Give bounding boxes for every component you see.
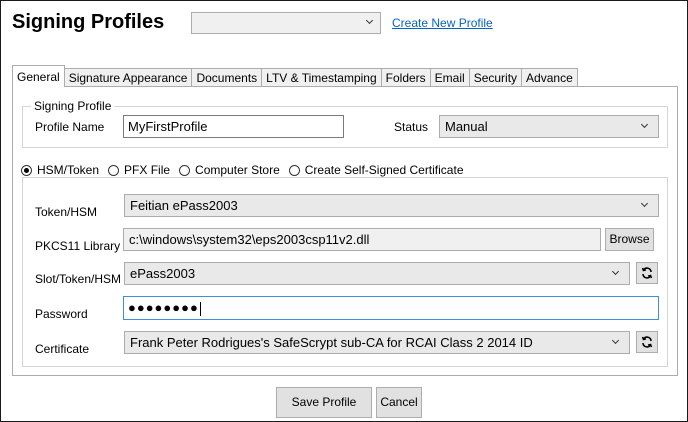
- profile-select[interactable]: [191, 12, 381, 34]
- radio-button[interactable]: [21, 164, 32, 176]
- tab-ltv-timestamping[interactable]: LTV & Timestamping: [261, 68, 382, 87]
- token-hsm-label: Token/HSM: [35, 205, 98, 219]
- save-profile-button[interactable]: Save Profile: [276, 387, 372, 418]
- status-select-value: Manual: [445, 119, 488, 134]
- pkcs11-library-label: PKCS11 Library: [35, 239, 121, 253]
- radio-self-signed[interactable]: Create Self-Signed Certificate: [288, 163, 464, 177]
- profile-name-label: Profile Name: [35, 120, 105, 134]
- certificate-value: Frank Peter Rodrigues's SafeScrypt sub-C…: [130, 335, 533, 350]
- radio-button[interactable]: [108, 164, 120, 176]
- profile-name-input[interactable]: MyFirstProfile: [123, 115, 344, 138]
- tab-security[interactable]: Security: [468, 68, 523, 87]
- signing-profiles-window: Signing Profiles Create New Profile Gene…: [0, 0, 688, 422]
- refresh-slot-button[interactable]: [636, 262, 658, 284]
- radio-computer-store[interactable]: Computer Store: [179, 163, 280, 177]
- tab-signature-appearance[interactable]: Signature Appearance: [63, 68, 193, 87]
- tab-email[interactable]: Email: [429, 68, 470, 87]
- token-hsm-value: Feitian ePass2003: [130, 198, 238, 213]
- radio-label: Create Self-Signed Certificate: [304, 163, 464, 177]
- chevron-down-icon: [611, 336, 620, 345]
- chevron-down-icon: [640, 120, 649, 129]
- certificate-label: Certificate: [35, 342, 90, 356]
- slot-token-hsm-select[interactable]: ePass2003: [124, 262, 630, 285]
- chevron-down-icon: [611, 267, 620, 276]
- tab-folders[interactable]: Folders: [380, 68, 431, 87]
- refresh-icon: [641, 267, 653, 279]
- password-input[interactable]: ●●●●●●●●: [123, 296, 659, 320]
- browse-button[interactable]: Browse: [605, 228, 654, 251]
- radio-button[interactable]: [179, 164, 191, 176]
- radio-label: Computer Store: [195, 163, 280, 177]
- status-select[interactable]: Manual: [439, 115, 659, 138]
- radio-button[interactable]: [288, 164, 300, 176]
- radio-hsm-token[interactable]: HSM/Token: [21, 163, 99, 177]
- slot-token-hsm-label: Slot/Token/HSM: [35, 272, 122, 286]
- tab-general[interactable]: General: [12, 65, 65, 87]
- tab-bar: General Signature Appearance Documents L…: [12, 65, 578, 87]
- radio-label: HSM/Token: [37, 163, 100, 177]
- certificate-source-radios: HSM/Token PFX File Computer Store Create…: [21, 163, 473, 177]
- tab-advance[interactable]: Advance: [521, 68, 578, 87]
- create-new-profile-link[interactable]: Create New Profile: [392, 16, 493, 30]
- signing-profile-legend: Signing Profile: [31, 99, 115, 113]
- text-caret: [199, 301, 201, 316]
- refresh-certificate-button[interactable]: [636, 331, 658, 353]
- status-label: Status: [394, 120, 429, 134]
- page-title: Signing Profiles: [12, 11, 165, 33]
- password-value: ●●●●●●●●: [128, 300, 199, 315]
- slot-token-hsm-value: ePass2003: [130, 266, 196, 281]
- certificate-select[interactable]: Frank Peter Rodrigues's SafeScrypt sub-C…: [124, 331, 630, 354]
- password-label: Password: [35, 307, 88, 321]
- chevron-down-icon: [365, 16, 374, 25]
- cancel-button[interactable]: Cancel: [376, 387, 422, 418]
- pkcs11-library-input[interactable]: c:\windows\system32\eps2003csp11v2.dll: [123, 228, 601, 251]
- tab-documents[interactable]: Documents: [191, 68, 263, 87]
- radio-pfx-file[interactable]: PFX File: [108, 163, 170, 177]
- refresh-icon: [641, 336, 653, 348]
- radio-label: PFX File: [124, 163, 171, 177]
- chevron-down-icon: [640, 199, 649, 208]
- token-hsm-select[interactable]: Feitian ePass2003: [124, 194, 659, 217]
